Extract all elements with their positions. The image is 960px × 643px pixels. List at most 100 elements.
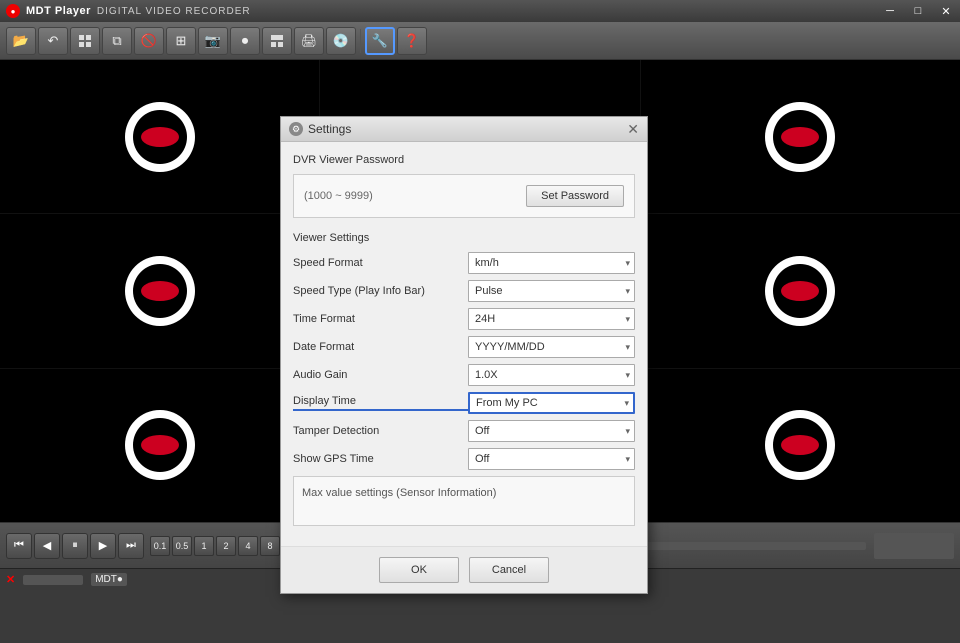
date-format-row: Date Format YYYY/MM/DD ▾ bbox=[293, 336, 635, 358]
time-format-value: 24H bbox=[475, 313, 495, 325]
speed-1-button[interactable]: 1 bbox=[194, 536, 214, 556]
speed-format-row: Speed Format km/h ▾ bbox=[293, 252, 635, 274]
close-button[interactable]: ✕ bbox=[932, 0, 960, 22]
right-control-area bbox=[874, 533, 954, 559]
app-subtitle: DIGITAL VIDEO RECORDER bbox=[97, 6, 251, 17]
ok-button[interactable]: OK bbox=[379, 557, 459, 583]
skip-back-button[interactable]: ⏮ bbox=[6, 533, 32, 559]
app-icon: ● bbox=[6, 4, 20, 18]
toolbar: 📂 ↶ ⧉ 🚫 ⊞ 📷 ⏺ 🖨 💿 🔧 ❓ bbox=[0, 22, 960, 60]
settings-dialog[interactable]: ⚙ Settings ✕ DVR Viewer Password (1000 ~… bbox=[280, 116, 648, 594]
speed-type-arrow: ▾ bbox=[625, 286, 630, 297]
display-time-value: From My PC bbox=[476, 397, 538, 409]
mdt-logo-3 bbox=[765, 102, 835, 172]
speed-01-button[interactable]: 0.1 bbox=[150, 536, 170, 556]
app-title: MDT Player bbox=[26, 5, 91, 17]
mdt-logo-1 bbox=[125, 102, 195, 172]
date-format-dropdown[interactable]: YYYY/MM/DD ▾ bbox=[468, 336, 635, 358]
mdt-logo-6 bbox=[765, 256, 835, 326]
speed-05-button[interactable]: 0.5 bbox=[172, 536, 192, 556]
toolbar-separator bbox=[360, 29, 361, 53]
display-time-arrow: ▾ bbox=[624, 398, 629, 409]
help-button[interactable]: ❓ bbox=[397, 27, 427, 55]
date-format-label: Date Format bbox=[293, 341, 468, 353]
password-section-label: DVR Viewer Password bbox=[293, 154, 635, 166]
audio-gain-label: Audio Gain bbox=[293, 369, 468, 381]
x-indicator: ✕ bbox=[6, 573, 15, 586]
dialog-title: ⚙ Settings bbox=[289, 122, 351, 136]
speed-format-dropdown[interactable]: km/h ▾ bbox=[468, 252, 635, 274]
grid2-button[interactable] bbox=[262, 27, 292, 55]
speed-format-label: Speed Format bbox=[293, 257, 468, 269]
speed-2-button[interactable]: 2 bbox=[216, 536, 236, 556]
time-format-arrow: ▾ bbox=[625, 314, 630, 325]
tamper-detection-value: Off bbox=[475, 425, 489, 437]
pause-button[interactable]: ⏸ bbox=[62, 533, 88, 559]
audio-gain-row: Audio Gain 1.0X ▾ bbox=[293, 364, 635, 386]
mdt-badge: MDT● bbox=[91, 573, 127, 586]
dialog-footer: OK Cancel bbox=[281, 546, 647, 593]
mdt-logo-4 bbox=[125, 256, 195, 326]
camera-button[interactable]: 📷 bbox=[198, 27, 228, 55]
dialog-body: DVR Viewer Password (1000 ~ 9999) Set Pa… bbox=[281, 142, 647, 546]
status-slider[interactable] bbox=[23, 575, 83, 585]
tamper-detection-row: Tamper Detection Off ▾ bbox=[293, 420, 635, 442]
record-button[interactable]: ⏺ bbox=[230, 27, 260, 55]
password-range: (1000 ~ 9999) bbox=[304, 190, 518, 202]
multi-button[interactable]: ⊞ bbox=[166, 27, 196, 55]
speed-4-button[interactable]: 4 bbox=[238, 536, 258, 556]
time-format-dropdown[interactable]: 24H ▾ bbox=[468, 308, 635, 330]
mdt-label: MDT● bbox=[91, 573, 127, 586]
max-value-section: Max value settings (Sensor Information) bbox=[293, 476, 635, 526]
maximize-button[interactable]: □ bbox=[904, 0, 932, 22]
dialog-close-button[interactable]: ✕ bbox=[627, 122, 639, 136]
skip-forward-button[interactable]: ⏭ bbox=[118, 533, 144, 559]
show-gps-time-value: Off bbox=[475, 453, 489, 465]
speed-type-row: Speed Type (Play Info Bar) Pulse ▾ bbox=[293, 280, 635, 302]
audio-gain-arrow: ▾ bbox=[625, 370, 630, 381]
disc-button[interactable]: 💿 bbox=[326, 27, 356, 55]
copy-button[interactable]: ⧉ bbox=[102, 27, 132, 55]
speed-type-dropdown[interactable]: Pulse ▾ bbox=[468, 280, 635, 302]
play-button[interactable]: ▶ bbox=[90, 533, 116, 559]
title-bar: ● MDT Player DIGITAL VIDEO RECORDER ─ □ … bbox=[0, 0, 960, 22]
minimize-button[interactable]: ─ bbox=[876, 0, 904, 22]
max-value-label: Max value settings (Sensor Information) bbox=[302, 487, 496, 499]
speed-8-button[interactable]: 8 bbox=[260, 536, 280, 556]
show-gps-time-row: Show GPS Time Off ▾ bbox=[293, 448, 635, 470]
dialog-titlebar: ⚙ Settings ✕ bbox=[281, 117, 647, 142]
back-button[interactable]: ↶ bbox=[38, 27, 68, 55]
display-time-label: Display Time bbox=[293, 395, 468, 411]
print-button[interactable]: 🖨 bbox=[294, 27, 324, 55]
audio-gain-dropdown[interactable]: 1.0X ▾ bbox=[468, 364, 635, 386]
display-time-dropdown[interactable]: From My PC ▾ bbox=[468, 392, 635, 414]
grid-button[interactable] bbox=[70, 27, 100, 55]
show-gps-time-arrow: ▾ bbox=[625, 454, 630, 465]
set-password-button[interactable]: Set Password bbox=[526, 185, 624, 207]
rewind-button[interactable]: ◀ bbox=[34, 533, 60, 559]
show-gps-time-label: Show GPS Time bbox=[293, 453, 468, 465]
date-format-value: YYYY/MM/DD bbox=[475, 341, 545, 353]
speed-format-value: km/h bbox=[475, 257, 499, 269]
tamper-detection-dropdown[interactable]: Off ▾ bbox=[468, 420, 635, 442]
video-cell-6 bbox=[641, 214, 960, 367]
no-button[interactable]: 🚫 bbox=[134, 27, 164, 55]
open-button[interactable]: 📂 bbox=[6, 27, 36, 55]
speed-format-arrow: ▾ bbox=[625, 258, 630, 269]
viewer-settings-label: Viewer Settings bbox=[293, 232, 635, 244]
speed-type-value: Pulse bbox=[475, 285, 503, 297]
cancel-button[interactable]: Cancel bbox=[469, 557, 549, 583]
window-controls: ─ □ ✕ bbox=[876, 0, 960, 22]
settings-button[interactable]: 🔧 bbox=[365, 27, 395, 55]
date-format-arrow: ▾ bbox=[625, 342, 630, 353]
video-cell-4 bbox=[0, 214, 319, 367]
video-cell-9 bbox=[641, 369, 960, 522]
time-format-row: Time Format 24H ▾ bbox=[293, 308, 635, 330]
dialog-icon: ⚙ bbox=[289, 122, 303, 136]
main-video-area: ⚙ Settings ✕ DVR Viewer Password (1000 ~… bbox=[0, 60, 960, 522]
show-gps-time-dropdown[interactable]: Off ▾ bbox=[468, 448, 635, 470]
password-row: (1000 ~ 9999) Set Password bbox=[304, 185, 624, 207]
mdt-logo-9 bbox=[765, 410, 835, 480]
video-cell-3 bbox=[641, 60, 960, 213]
mdt-logo-7 bbox=[125, 410, 195, 480]
